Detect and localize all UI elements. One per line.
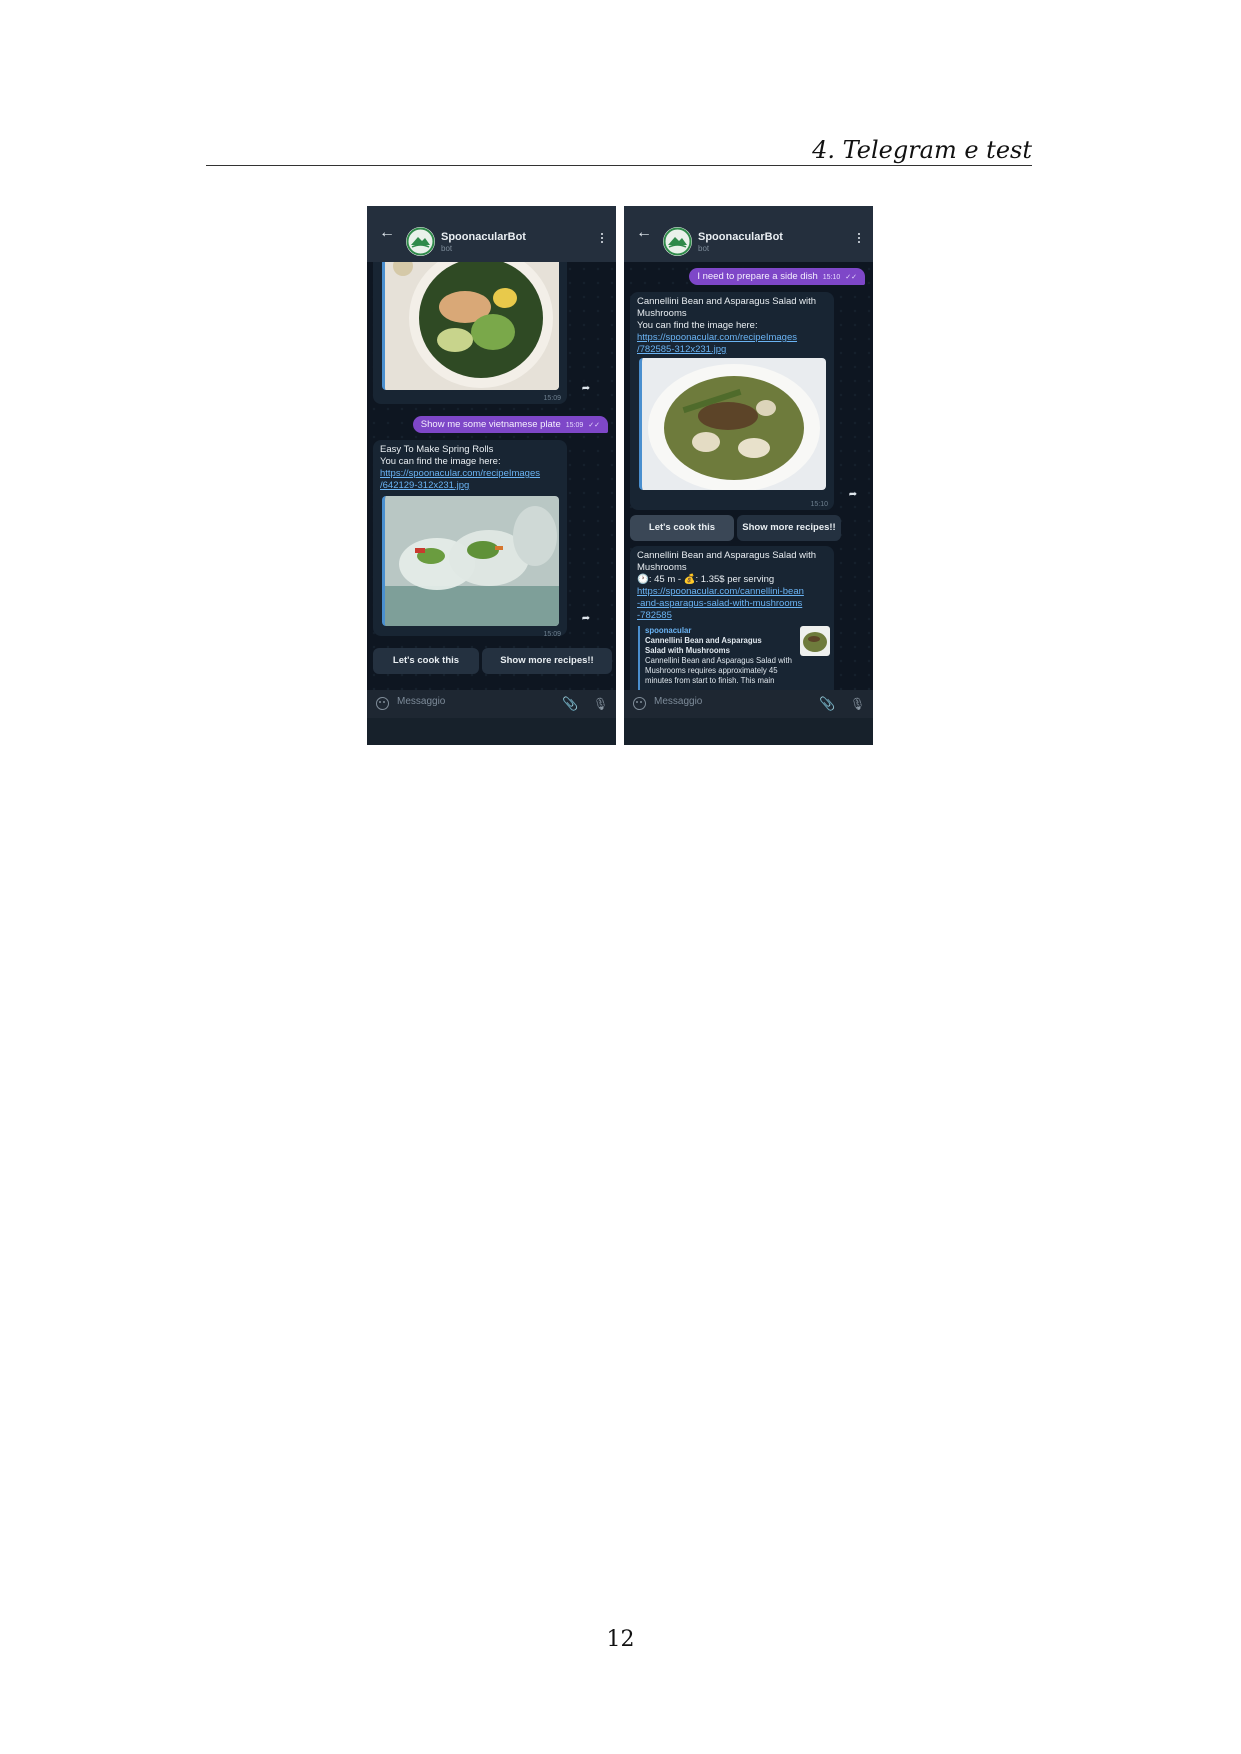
preview-description-cont: Mushrooms requires approximately 45 (645, 666, 778, 675)
message-input[interactable]: Messaggio (654, 696, 702, 707)
bot-subtitle: bot (698, 244, 710, 253)
outgoing-message: Show me some vietnamese plate 15:09 ✓✓ (412, 416, 608, 433)
recipe-title: Cannellini Bean and Asparagus Salad with (637, 296, 817, 307)
recipe-page-link-end[interactable]: -782585 (637, 610, 827, 622)
preview-description: Cannellini Bean and Asparagus Salad with (645, 656, 792, 665)
preview-description-end: minutes from start to finish. This main (645, 676, 775, 685)
recipe-message: Cannellini Bean and Asparagus Salad with… (630, 292, 834, 510)
recipe-page-link-cont[interactable]: -and-asparagus-salad-with-mushrooms (637, 598, 827, 610)
salad-photo[interactable] (382, 262, 559, 390)
recipe-image-caption: You can find the image here: (380, 456, 501, 467)
show-more-recipes-button[interactable]: Show more recipes!! (482, 648, 612, 674)
timestamp: 15:09 (543, 631, 561, 638)
phone-screenshot-right: ← SpoonacularBot bot I need to prepare a… (624, 206, 873, 745)
outgoing-message-text: I need to prepare a side dish (697, 271, 818, 282)
bot-name: SpoonacularBot (441, 231, 526, 243)
read-checkmarks-icon: ✓✓ (588, 422, 600, 429)
bot-avatar[interactable] (663, 227, 692, 256)
system-nav-bar (624, 718, 873, 745)
back-arrow-icon[interactable]: ← (634, 223, 654, 243)
emoji-icon[interactable] (376, 697, 389, 710)
preview-thumbnail[interactable] (800, 626, 830, 656)
recipe-title: Easy To Make Spring Rolls (380, 444, 494, 455)
chat-area[interactable]: 15:09 ➦ Show me some vietnamese plate 15:… (367, 262, 616, 690)
recipe-detail-message: Cannellini Bean and Asparagus Salad with… (630, 546, 834, 690)
outgoing-message-text: Show me some vietnamese plate (420, 419, 561, 430)
lets-cook-this-button[interactable]: Let's cook this (630, 515, 734, 541)
attach-icon[interactable]: 📎 (562, 696, 578, 712)
recipe-page-link[interactable]: https://spoonacular.com/cannellini-bean (637, 586, 827, 598)
microphone-icon[interactable]: 🎙 (850, 695, 865, 713)
share-icon[interactable]: ➦ (579, 612, 593, 626)
timestamp: 15:10 (810, 501, 828, 508)
phone-screenshot-left: ← SpoonacularBot bot 15:09 ➦ Show me som… (367, 206, 616, 745)
chat-header: ← SpoonacularBot bot (367, 206, 616, 262)
page-number: 12 (606, 1627, 635, 1652)
bot-avatar[interactable] (406, 227, 435, 256)
recipe-image-link-cont[interactable]: /782585-312x231.jpg (637, 344, 827, 356)
timestamp: 15:09 (543, 395, 561, 402)
more-options-icon[interactable] (854, 233, 864, 247)
recipe-image-caption: You can find the image here: (637, 320, 758, 331)
chat-area[interactable]: I need to prepare a side dish 15:10 ✓✓ Can… (624, 262, 873, 690)
recipe-image-link[interactable]: https://spoonacular.com/recipeImages (637, 332, 827, 344)
outgoing-message-time: 15:10 (822, 274, 841, 281)
share-icon[interactable]: ➦ (846, 488, 860, 502)
outgoing-message: I need to prepare a side dish 15:10 ✓✓ (689, 268, 865, 285)
detail-title-cont: Mushrooms (637, 562, 687, 573)
outgoing-message-time: 15:09 (565, 422, 584, 429)
show-more-recipes-button[interactable]: Show more recipes!! (737, 515, 841, 541)
emoji-icon[interactable] (633, 697, 646, 710)
share-icon[interactable]: ➦ (579, 382, 593, 396)
microphone-icon[interactable]: 🎙 (593, 695, 608, 713)
recipe-title-cont: Mushrooms (637, 308, 687, 319)
photo-message: 15:09 (373, 262, 567, 404)
message-input-bar: Messaggio 📎 🎙 (367, 690, 616, 718)
attach-icon[interactable]: 📎 (819, 696, 835, 712)
bot-subtitle: bot (441, 244, 453, 253)
message-input-bar: Messaggio 📎 🎙 (624, 690, 873, 718)
bot-name: SpoonacularBot (698, 231, 783, 243)
chat-header: ← SpoonacularBot bot (624, 206, 873, 262)
recipe-message: Easy To Make Spring Rolls You can find t… (373, 440, 567, 638)
message-input[interactable]: Messaggio (397, 696, 445, 707)
detail-title: Cannellini Bean and Asparagus Salad with (637, 550, 817, 561)
time-cost-info: 🕐: 45 m - 💰: 1.35$ per serving (637, 574, 775, 585)
header-rule (206, 165, 1032, 166)
system-nav-bar (367, 718, 616, 745)
recipe-image-link-cont[interactable]: /642129-312x231.jpg (380, 480, 560, 492)
back-arrow-icon[interactable]: ← (377, 223, 397, 243)
more-options-icon[interactable] (597, 233, 607, 247)
cannellini-salad-photo[interactable] (639, 358, 826, 490)
lets-cook-this-button[interactable]: Let's cook this (373, 648, 479, 674)
spring-rolls-photo[interactable] (382, 496, 559, 626)
running-head: 4. Telegram e test (812, 136, 1032, 164)
read-checkmarks-icon: ✓✓ (845, 274, 857, 281)
recipe-image-link[interactable]: https://spoonacular.com/recipeImages (380, 468, 560, 480)
